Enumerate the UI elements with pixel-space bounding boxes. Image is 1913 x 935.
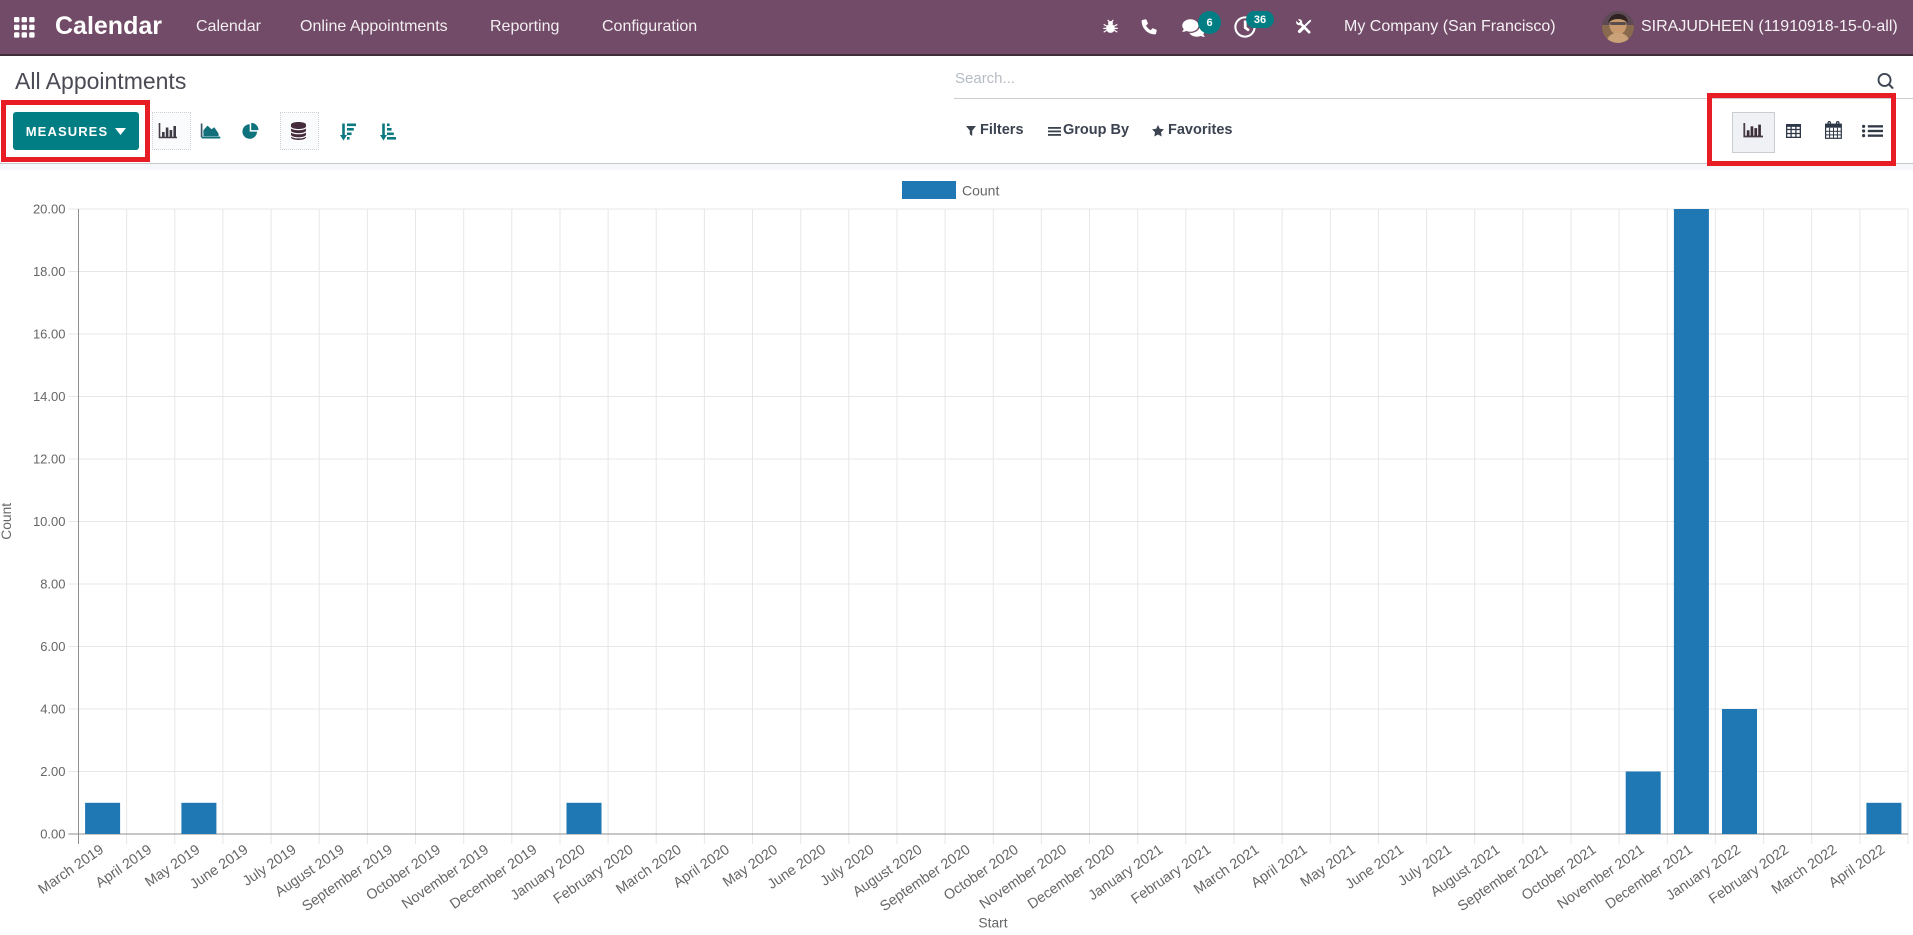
svg-text:Count: Count [962,183,999,199]
svg-text:14.00: 14.00 [33,389,66,404]
svg-text:18.00: 18.00 [33,264,66,279]
svg-text:20.00: 20.00 [33,202,66,217]
svg-text:10.00: 10.00 [33,514,66,529]
svg-text:12.00: 12.00 [33,452,66,467]
svg-text:2.00: 2.00 [40,764,65,779]
svg-text:0.00: 0.00 [40,827,65,842]
svg-text:March 2019: March 2019 [36,842,107,898]
svg-text:8.00: 8.00 [40,577,65,592]
svg-text:6.00: 6.00 [40,639,65,654]
svg-text:4.00: 4.00 [40,702,65,717]
svg-text:Count: Count [0,503,14,540]
svg-text:Start: Start [978,916,1007,931]
svg-text:16.00: 16.00 [33,327,66,342]
